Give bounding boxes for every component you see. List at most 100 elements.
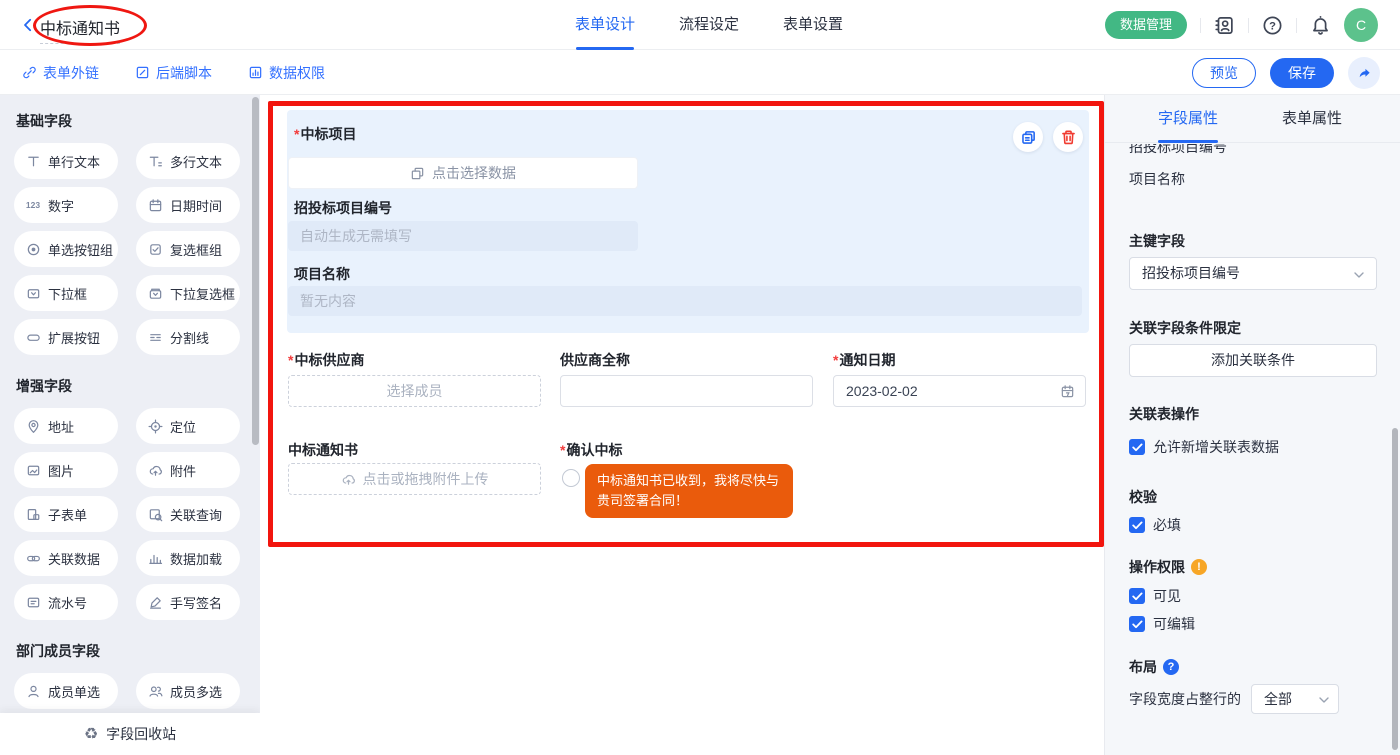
confirm-radio[interactable]: [562, 469, 580, 487]
field-recycle-bin[interactable]: ♻ 字段回收站: [0, 713, 260, 755]
field-item-linked-lookup[interactable]: 关联查询: [136, 496, 240, 532]
save-button[interactable]: 保存: [1270, 58, 1334, 88]
field-item-dropdown-multi[interactable]: 下拉复选框: [136, 275, 240, 311]
radio-group-icon: [25, 241, 41, 257]
add-relation-condition-button[interactable]: 添加关联条件: [1129, 344, 1377, 377]
confirm-option-tag[interactable]: 中标通知书已收到，我将尽快与贵司签署合同！: [585, 464, 793, 518]
field-label-project-name: 项目名称: [294, 264, 350, 284]
primary-key-select[interactable]: 招投标项目编号: [1129, 257, 1377, 290]
field-item-expand-button[interactable]: 扩展按钮: [14, 319, 118, 355]
script-icon: [135, 65, 150, 80]
person-icon: [25, 683, 41, 699]
properties-panel: 字段属性 表单属性 招投标项目编号 项目名称 主键字段 招投标项目编号 关联字段…: [1105, 95, 1400, 755]
attachment-upload-area[interactable]: 点击或拖拽附件上传: [288, 463, 541, 495]
allow-add-relation-checkbox[interactable]: 允许新增关联表数据: [1129, 437, 1279, 457]
form-title[interactable]: 中标通知书: [40, 15, 120, 44]
field-item-serial-number[interactable]: 流水号: [14, 584, 118, 620]
cloud-upload-icon: [147, 462, 163, 478]
sidebar-scrollbar[interactable]: [252, 97, 259, 445]
number-icon: 123: [25, 197, 41, 213]
back-button[interactable]: [20, 17, 36, 33]
panel-tabs: 字段属性 表单属性: [1105, 95, 1400, 143]
section-title-basic-fields: 基础字段: [16, 111, 260, 131]
tab-form-properties[interactable]: 表单属性: [1282, 95, 1342, 143]
calendar-icon[interactable]: [1060, 384, 1075, 399]
required-checkbox[interactable]: 必填: [1129, 515, 1181, 535]
checkbox-checked-icon: [1129, 588, 1145, 604]
tab-flow-setting[interactable]: 流程设定: [679, 0, 739, 50]
data-permission-link[interactable]: 数据权限: [248, 63, 325, 83]
multi-line-text-icon: [147, 153, 163, 169]
copy-icon: [1020, 129, 1037, 146]
trash-icon: [1060, 129, 1077, 146]
form-design-canvas[interactable]: *中标项目 点击选择数据 招投标项目编号 自动生成无需填写 项目名称 暂无内容 …: [260, 95, 1105, 755]
share-arrow-icon: [1357, 66, 1372, 81]
project-no-input[interactable]: 自动生成无需填写: [288, 221, 638, 251]
field-list-item[interactable]: 项目名称: [1129, 169, 1185, 189]
field-item-data-load[interactable]: 数据加载: [136, 540, 240, 576]
duplicate-field-button[interactable]: [1013, 122, 1043, 152]
field-item-divider[interactable]: 分割线: [136, 319, 240, 355]
field-width-row: 字段宽度占整行的 全部: [1129, 684, 1339, 714]
project-name-input[interactable]: 暂无内容: [288, 286, 1082, 316]
data-manage-button[interactable]: 数据管理: [1105, 11, 1187, 39]
field-item-member-multi[interactable]: 成员多选: [136, 673, 240, 709]
supplier-member-picker[interactable]: 选择成员: [288, 375, 541, 407]
layout-label: 布局 ?: [1129, 657, 1179, 677]
toolbar-links: 表单外链 后端脚本 数据权限: [22, 50, 325, 95]
field-item-radio-group[interactable]: 单选按钮组: [14, 231, 118, 267]
select-data-button[interactable]: 点击选择数据: [288, 157, 638, 189]
target-icon: [147, 418, 163, 434]
link-icon: [22, 65, 37, 80]
tab-form-design[interactable]: 表单设计: [575, 0, 635, 50]
field-item-attachment[interactable]: 附件: [136, 452, 240, 488]
people-icon: [147, 683, 163, 699]
tab-field-properties[interactable]: 字段属性: [1158, 95, 1218, 143]
toolbar-actions: 预览 保存: [1192, 57, 1380, 89]
serial-number-icon: [25, 594, 41, 610]
dropdown-icon: [25, 285, 41, 301]
help-icon[interactable]: ?: [1262, 15, 1283, 36]
contacts-icon[interactable]: [1214, 15, 1235, 36]
checkbox-checked-icon: [1129, 517, 1145, 533]
divider: [1248, 18, 1249, 33]
supplier-full-input[interactable]: [560, 375, 813, 407]
window-scrollbar[interactable]: [1392, 428, 1398, 750]
field-item-linked-data[interactable]: 关联数据: [14, 540, 118, 576]
field-label-project-no: 招投标项目编号: [294, 198, 392, 218]
field-item-subform[interactable]: 子表单: [14, 496, 118, 532]
warning-icon: !: [1191, 559, 1207, 575]
section-title-member-fields: 部门成员字段: [16, 641, 260, 661]
field-library-sidebar: 基础字段 单行文本 多行文本 123 数字 日期时间 单选按钮组: [0, 95, 260, 755]
field-item-signature[interactable]: 手写签名: [136, 584, 240, 620]
field-item-datetime[interactable]: 日期时间: [136, 187, 240, 223]
user-avatar[interactable]: C: [1344, 8, 1378, 42]
field-item-number[interactable]: 123 数字: [14, 187, 118, 223]
help-circle-icon[interactable]: ?: [1163, 659, 1179, 675]
field-item-multi-line-text[interactable]: 多行文本: [136, 143, 240, 179]
subform-icon: [25, 506, 41, 522]
notification-bell-icon[interactable]: [1310, 15, 1331, 36]
field-item-member-single[interactable]: 成员单选: [14, 673, 118, 709]
field-width-select[interactable]: 全部: [1251, 684, 1339, 714]
field-item-image[interactable]: 图片: [14, 452, 118, 488]
backend-script-link[interactable]: 后端脚本: [135, 63, 212, 83]
field-item-dropdown[interactable]: 下拉框: [14, 275, 118, 311]
notice-date-input[interactable]: 2023-02-02: [833, 375, 1086, 407]
field-item-single-line-text[interactable]: 单行文本: [14, 143, 118, 179]
field-item-checkbox-group[interactable]: 复选框组: [136, 231, 240, 267]
field-item-location[interactable]: 定位: [136, 408, 240, 444]
field-list-item-clipped[interactable]: 招投标项目编号: [1129, 144, 1227, 157]
field-label-confirm: *确认中标: [560, 440, 622, 460]
lookup-icon: [147, 506, 163, 522]
visible-checkbox[interactable]: 可见: [1129, 586, 1181, 606]
tab-form-setting[interactable]: 表单设置: [783, 0, 843, 50]
delete-field-button[interactable]: [1053, 122, 1083, 152]
field-item-address[interactable]: 地址: [14, 408, 118, 444]
share-button[interactable]: [1348, 57, 1380, 89]
editable-checkbox[interactable]: 可编辑: [1129, 614, 1195, 634]
form-external-link[interactable]: 表单外链: [22, 63, 99, 83]
field-label-supplier: *中标供应商: [288, 350, 364, 370]
preview-button[interactable]: 预览: [1192, 58, 1256, 88]
field-label-supplier-full: 供应商全称: [560, 350, 630, 370]
